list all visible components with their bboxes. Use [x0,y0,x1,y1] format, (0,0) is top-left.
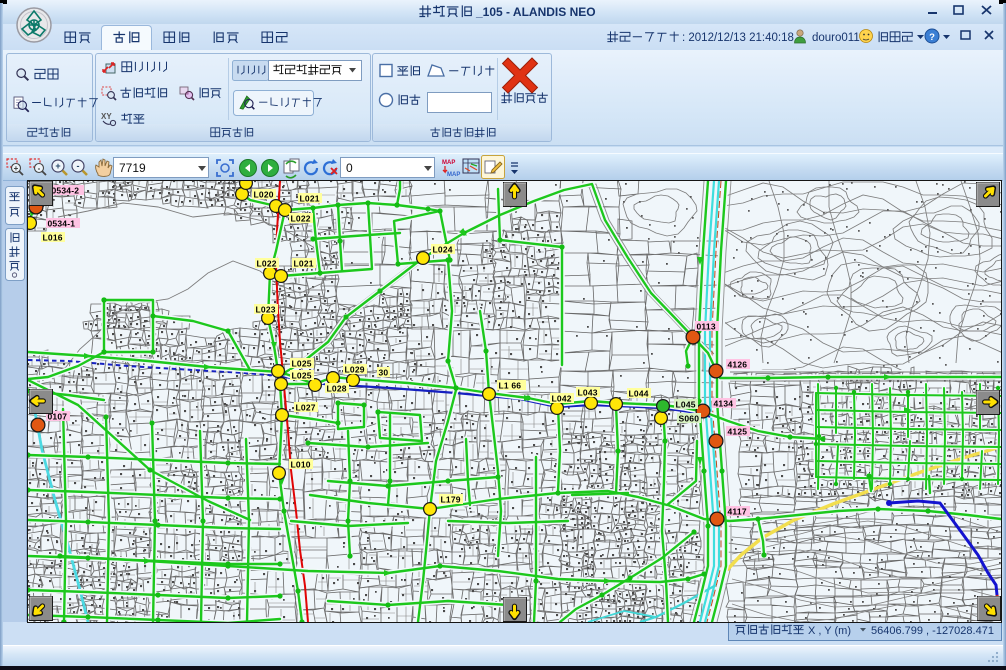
svg-text:L025: L025 [292,370,312,380]
svg-text:4117: 4117 [728,506,747,516]
svg-text:4134: 4134 [714,398,734,408]
svg-text:L044: L044 [629,388,649,398]
svg-text:L016: L016 [43,232,63,242]
svg-text:4125: 4125 [728,426,748,436]
svg-text:L027: L027 [296,402,316,412]
svg-text:0534-1: 0534-1 [48,218,76,228]
svg-text:L021: L021 [300,193,320,203]
svg-text:L028: L028 [327,383,347,393]
svg-text:L025: L025 [292,358,312,368]
svg-text:L023: L023 [256,304,276,314]
svg-text:30: 30 [379,367,389,377]
svg-text:L021: L021 [294,258,314,268]
svg-text:L045: L045 [676,399,696,409]
svg-text:L020: L020 [254,189,274,199]
svg-text:L024: L024 [433,244,453,254]
svg-text:L043: L043 [578,387,598,397]
svg-text:S060: S060 [679,413,700,423]
svg-text:4126: 4126 [728,359,748,369]
svg-text:L029: L029 [345,364,365,374]
svg-text:0113: 0113 [697,321,716,331]
svg-text:L179: L179 [441,494,461,504]
svg-text:0534-2: 0534-2 [52,185,80,195]
svg-text:L042: L042 [552,393,572,403]
svg-text:L022: L022 [291,213,311,223]
svg-text:L022: L022 [257,258,277,268]
svg-text:L010: L010 [291,459,311,469]
svg-text:L1 66: L1 66 [499,380,522,390]
